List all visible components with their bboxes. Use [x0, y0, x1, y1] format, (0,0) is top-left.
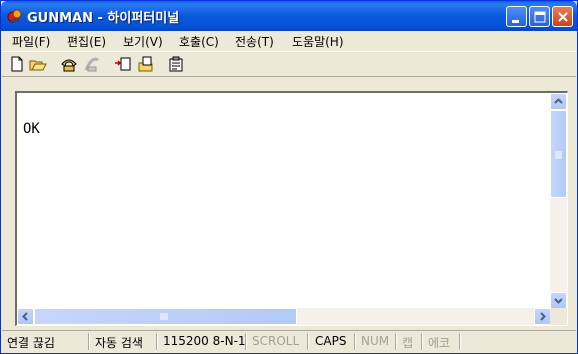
chevron-left-icon	[22, 312, 28, 321]
status-divider	[395, 333, 397, 350]
toolbar	[2, 51, 576, 77]
status-divider	[421, 333, 423, 350]
status-echo: 에코	[428, 336, 451, 350]
status-scroll: SCROLL	[252, 334, 300, 348]
window-title: GUNMAN - 하이퍼터미널	[27, 11, 180, 26]
menu-bar: 파일(F) 편집(E) 보기(V) 호출(C) 전송(T) 도움말(H)	[2, 31, 576, 50]
chevron-up-icon	[554, 98, 563, 104]
status-bar: 연결 끊김 자동 검색 115200 8-N-1 SCROLL CAPS NUM…	[2, 330, 576, 353]
horizontal-scrollbar[interactable]	[17, 308, 551, 325]
title-bar[interactable]: GUNMAN - 하이퍼터미널	[1, 1, 577, 31]
vertical-scrollbar[interactable]	[550, 93, 567, 309]
status-caps: CAPS	[315, 334, 347, 348]
menu-file[interactable]: 파일(F)	[12, 33, 50, 50]
status-port-settings: 115200 8-N-1	[163, 334, 246, 348]
scroll-up-button[interactable]	[550, 93, 567, 110]
grip-icon	[555, 151, 562, 159]
minimize-icon	[512, 20, 519, 23]
properties-icon[interactable]	[167, 55, 185, 73]
maximize-icon	[534, 11, 546, 23]
status-divider	[245, 333, 247, 350]
grip-icon	[160, 313, 168, 320]
open-icon[interactable]	[29, 55, 47, 73]
status-capture: 캡	[402, 336, 414, 350]
disconnect-icon[interactable]	[83, 55, 101, 73]
close-icon	[558, 12, 568, 22]
terminal-output: OK	[23, 121, 40, 137]
status-num: NUM	[361, 334, 390, 348]
vertical-scroll-thumb[interactable]	[550, 110, 567, 198]
scroll-corner	[550, 308, 567, 325]
status-connection: 연결 끊김	[7, 336, 55, 350]
status-divider	[88, 333, 90, 350]
call-icon[interactable]	[60, 55, 78, 73]
status-divider	[354, 333, 356, 350]
send-icon[interactable]	[114, 55, 132, 73]
minimize-button[interactable]	[506, 6, 527, 27]
menu-call[interactable]: 호출(C)	[179, 33, 219, 50]
terminal-client-area: OK	[6, 84, 573, 327]
receive-icon[interactable]	[137, 55, 155, 73]
terminal-screen[interactable]: OK	[15, 91, 568, 326]
maximize-button[interactable]	[529, 6, 550, 27]
chevron-down-icon	[554, 298, 563, 304]
status-divider	[459, 333, 461, 350]
chevron-right-icon	[540, 312, 546, 321]
status-divider	[307, 333, 309, 350]
horizontal-scroll-thumb[interactable]	[34, 308, 297, 325]
menu-help[interactable]: 도움말(H)	[292, 33, 344, 50]
close-button[interactable]	[552, 6, 573, 27]
menu-view[interactable]: 보기(V)	[123, 33, 163, 50]
hyperterminal-window: GUNMAN - 하이퍼터미널 파일(F) 편집(E) 보기(V) 호출(C) …	[0, 0, 578, 354]
menu-transfer[interactable]: 전송(T)	[235, 33, 274, 50]
status-divider	[156, 333, 158, 350]
hyperterminal-app-icon[interactable]	[7, 8, 23, 24]
scroll-left-button[interactable]	[17, 308, 34, 325]
menu-edit[interactable]: 편집(E)	[67, 33, 106, 50]
scroll-right-button[interactable]	[534, 308, 551, 325]
status-detect: 자동 검색	[95, 336, 143, 350]
new-icon[interactable]	[8, 55, 26, 73]
scroll-down-button[interactable]	[550, 292, 567, 309]
